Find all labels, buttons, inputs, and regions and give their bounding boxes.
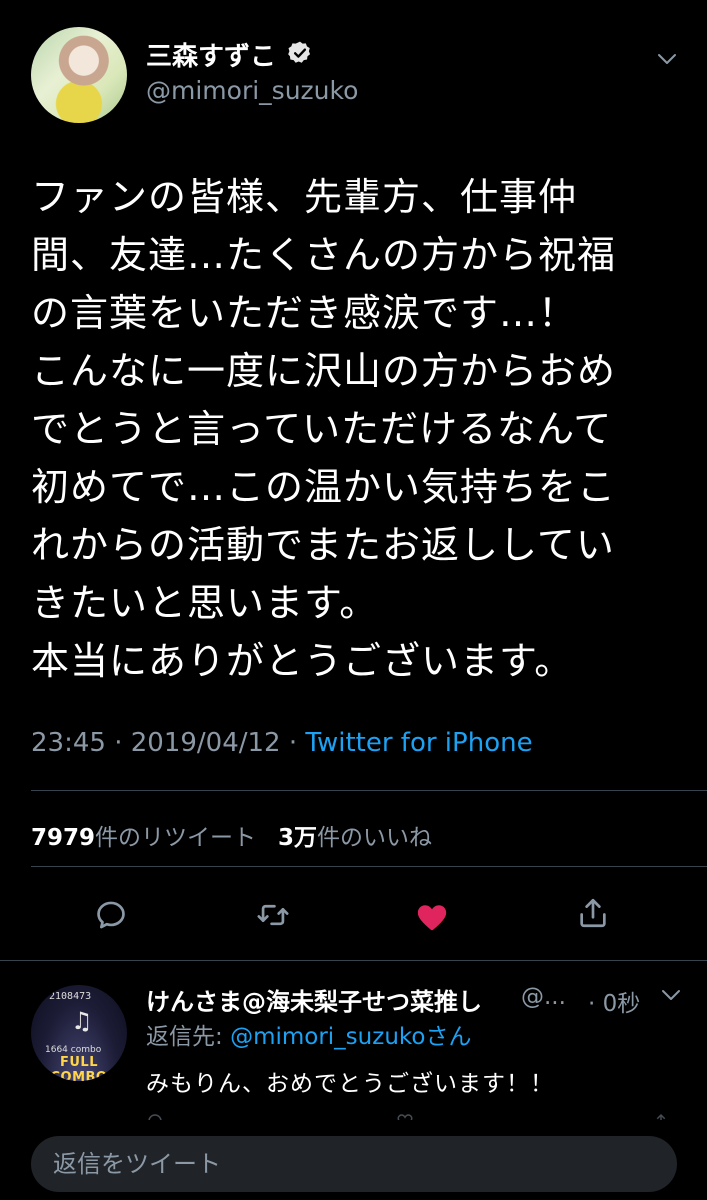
retweets-stat[interactable]: 7979件のリツイート — [31, 825, 256, 851]
reply-text: みもりん、おめでとうございます！！ — [146, 1071, 554, 1097]
like-label: 件のいいね — [316, 825, 432, 851]
divider — [31, 790, 707, 791]
divider — [31, 866, 707, 867]
meta-separator: · — [105, 728, 131, 758]
author-avatar[interactable] — [31, 27, 127, 123]
reply-time: · 0秒 — [588, 991, 641, 1017]
like-count: 3万 — [277, 825, 317, 851]
reply-to-suffix: さん — [425, 1024, 472, 1050]
divider — [0, 960, 707, 961]
tweet-text: ファンの皆様、先輩方、仕事仲 間、友達…たくさんの方から祝福 の言葉をいただき感… — [31, 175, 617, 683]
reply-to-mention[interactable]: @mimori_suzuko — [230, 1024, 425, 1050]
reply-to-prefix: 返信先: — [146, 1024, 231, 1050]
likes-stat[interactable]: 3万件のいいね — [278, 825, 432, 851]
heart-icon[interactable] — [415, 900, 449, 934]
reply-icon[interactable] — [94, 898, 128, 932]
chevron-down-icon[interactable] — [660, 988, 682, 1002]
verified-badge-icon — [288, 41, 311, 63]
reply-compose-input[interactable]: 返信をツイート — [31, 1136, 677, 1192]
tweet-time: 23:45 — [31, 728, 106, 758]
retweet-label: 件のリツイート — [95, 825, 257, 851]
reply-to-line: 返信先: @mimori_suzukoさん — [146, 1017, 471, 1051]
chevron-down-icon[interactable] — [656, 52, 678, 66]
author-handle[interactable]: @mimori_suzuko — [146, 76, 358, 105]
avatar-combo: 1664 combo — [45, 1045, 102, 1055]
tweet-stats: 7979件のリツイート 3万件のいいね — [31, 818, 432, 852]
reply-author-name[interactable]: けんさま@海未梨子せつ菜推し — [146, 982, 482, 1017]
reply-author-handle[interactable]: @... — [521, 984, 566, 1010]
tweet-meta: 23:45 · 2019/04/12 · Twitter for iPhone — [31, 728, 533, 758]
reply-author-avatar[interactable]: 2108473 ♫ 1664 combo FULL COMBO — [31, 985, 127, 1081]
avatar-score: 2108473 — [49, 991, 92, 1002]
share-icon[interactable] — [576, 896, 610, 930]
tweet-source-link[interactable]: Twitter for iPhone — [305, 728, 532, 758]
music-note-icon: ♫ — [71, 1007, 93, 1035]
retweet-icon[interactable] — [256, 898, 290, 932]
author-name[interactable]: 三森すずこ — [146, 36, 276, 73]
tweet-date: 2019/04/12 — [130, 728, 281, 758]
retweet-count: 7979 — [31, 825, 96, 851]
meta-separator: · — [280, 728, 306, 758]
avatar-banner: FULL COMBO — [50, 1055, 108, 1081]
